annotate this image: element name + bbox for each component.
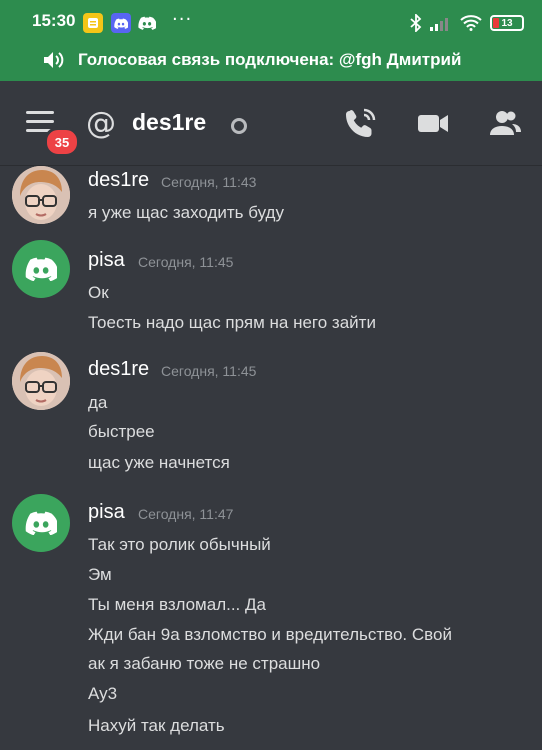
discord-small-icon (137, 13, 157, 33)
battery-level: 13 (501, 17, 513, 29)
discord-notification-icon (111, 13, 131, 33)
message-text: Ок (88, 283, 109, 302)
unread-badge: 35 (44, 127, 80, 157)
status-time: 15:30 (32, 11, 76, 30)
discord-logo-icon (25, 257, 57, 281)
message-text: да (88, 393, 108, 412)
message-text: Ау3 (88, 684, 118, 703)
bluetooth-icon (410, 14, 422, 32)
message-author[interactable]: pisa (88, 249, 125, 272)
message-timestamp: Сегодня, 11:47 (138, 506, 234, 522)
voice-status-text: Голосовая связь подключена: @fgh Дмитрий (78, 50, 462, 69)
voice-banner[interactable]: Голосовая связь подключена: @fgh Дмитрий (0, 44, 542, 80)
at-icon: @ (86, 106, 116, 141)
members-icon[interactable] (488, 107, 522, 139)
message-timestamp: Сегодня, 11:43 (161, 174, 257, 190)
message-text: ак я забаню тоже не страшно (88, 654, 321, 673)
avatar[interactable] (12, 166, 70, 224)
notes-app-icon (83, 13, 103, 33)
discord-logo-icon (25, 511, 57, 535)
message-author[interactable]: des1re (88, 358, 149, 381)
message-text: Эм (88, 565, 112, 584)
message-list[interactable]: des1re Сегодня, 11:43 я уже щас заходить… (0, 166, 542, 750)
volume-icon (44, 52, 64, 68)
more-notifications-icon: ··· (172, 9, 193, 30)
message-text: щас уже начнется (88, 453, 230, 472)
message-author[interactable]: pisa (88, 501, 125, 524)
avatar[interactable] (12, 352, 70, 410)
message-author[interactable]: des1re (88, 169, 149, 192)
battery-icon: 13 (490, 15, 524, 31)
wifi-icon (460, 15, 482, 31)
offline-status-icon (231, 118, 247, 134)
phone-call-icon[interactable] (344, 107, 378, 139)
channel-title[interactable]: des1re (132, 109, 206, 136)
signal-icon (430, 18, 448, 31)
system-icons: 13 (410, 12, 524, 34)
message-text: Ты меня взломал... Да (88, 595, 266, 614)
status-bar: 15:30 ··· 13 (0, 0, 542, 46)
video-camera-icon[interactable] (416, 107, 450, 139)
message-text: быстрее (88, 422, 155, 441)
message-text: Жди бан 9а взломство и вредительство. Св… (88, 625, 452, 644)
message-text: Тоесть надо щас прям на него зайти (88, 313, 376, 332)
message-timestamp: Сегодня, 11:45 (138, 254, 234, 270)
avatar[interactable] (12, 494, 70, 552)
message-text: Так это ролик обычный (88, 535, 271, 554)
message-text: я уже щас заходить буду (88, 203, 284, 222)
avatar[interactable] (12, 240, 70, 298)
message-timestamp: Сегодня, 11:45 (161, 363, 257, 379)
voice-connected-bar[interactable]: 15:30 ··· 13 Голосовая связь подключена:… (0, 0, 542, 81)
channel-header: 35 @ des1re (0, 81, 542, 166)
message-text: Нахуй так делать (88, 716, 225, 735)
